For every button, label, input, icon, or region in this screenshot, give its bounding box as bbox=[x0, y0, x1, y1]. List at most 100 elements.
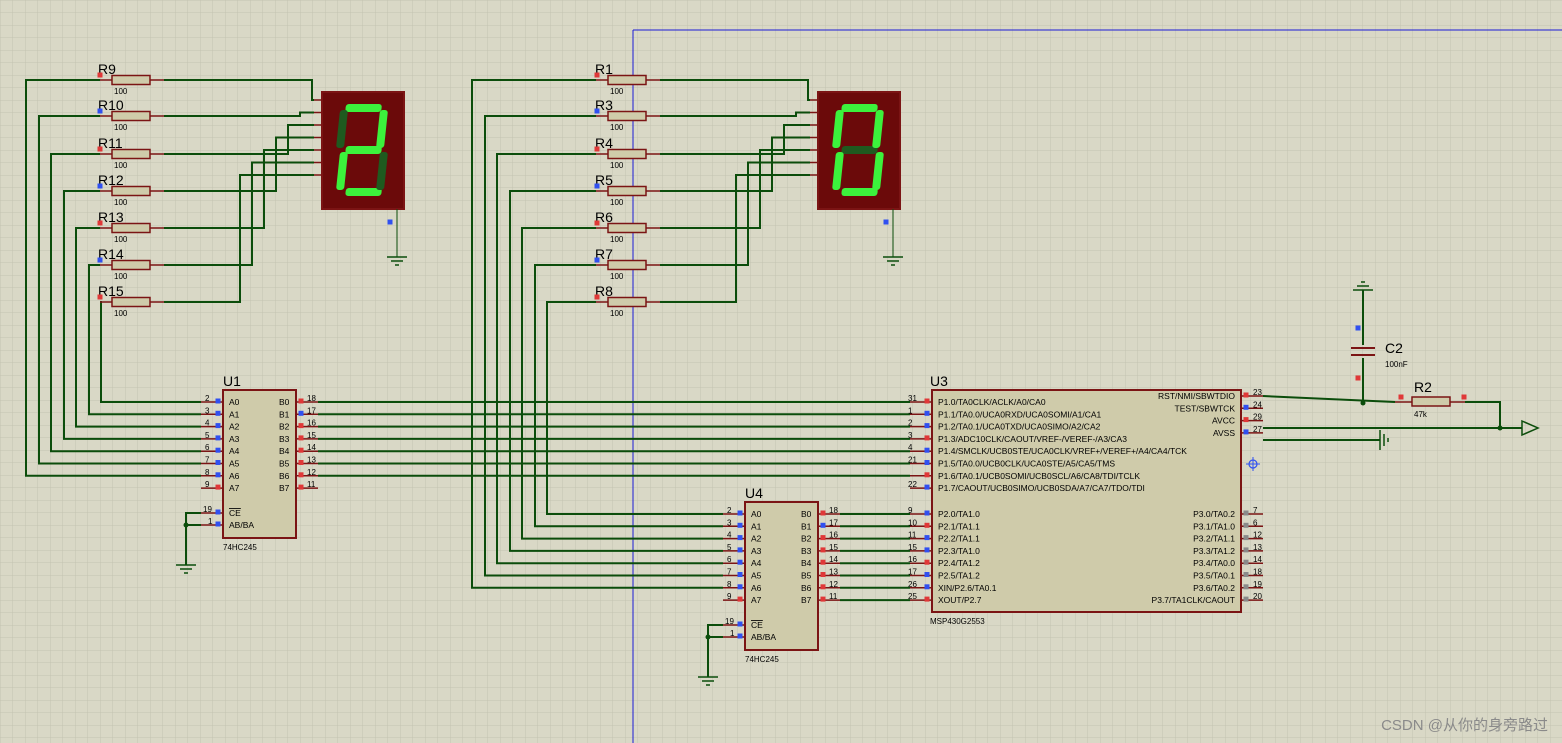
pin-name-b: B7 bbox=[801, 595, 812, 605]
junction-dot bbox=[183, 522, 189, 528]
pin-name-b: B4 bbox=[801, 558, 812, 568]
resistor-value: 100 bbox=[610, 309, 624, 318]
pin-marker bbox=[737, 559, 743, 565]
pin-marker bbox=[820, 522, 826, 528]
pin-marker bbox=[215, 472, 221, 478]
resistor-body bbox=[607, 148, 647, 160]
pin-number: 7 bbox=[205, 456, 210, 465]
pin-number: 21 bbox=[908, 456, 917, 465]
pin-name-b: B6 bbox=[801, 583, 812, 593]
pin-name-a: A0 bbox=[229, 397, 240, 407]
resistor-value: 47k bbox=[1414, 410, 1428, 419]
pin-name: P3.3/TA1.2 bbox=[1193, 546, 1235, 556]
pin-marker bbox=[215, 423, 221, 429]
pin-marker bbox=[298, 484, 304, 490]
pin-name-a: A6 bbox=[751, 583, 762, 593]
pin-number: 17 bbox=[829, 518, 838, 527]
pin-marker bbox=[97, 146, 103, 152]
pin-number: 10 bbox=[908, 518, 917, 527]
pin-marker bbox=[1243, 547, 1249, 553]
junction-dot bbox=[705, 634, 711, 640]
pin-marker bbox=[215, 521, 221, 527]
pin-number: 26 bbox=[908, 580, 917, 589]
pin-name-b: B1 bbox=[279, 409, 290, 419]
pin-marker bbox=[820, 584, 826, 590]
pin-number: 3 bbox=[727, 518, 732, 527]
pin-name-a: A5 bbox=[229, 459, 240, 469]
pin-marker bbox=[215, 484, 221, 490]
pin-number: 2 bbox=[727, 506, 732, 515]
pin-marker bbox=[924, 572, 930, 577]
pin-number: 19 bbox=[203, 505, 212, 514]
junction-dot bbox=[1497, 425, 1503, 431]
pin-name: P2.5/TA1.2 bbox=[938, 571, 980, 581]
pin-name-b: B6 bbox=[279, 471, 290, 481]
pin-name-a: A4 bbox=[229, 446, 240, 456]
pin-number: 27 bbox=[1253, 425, 1262, 434]
pin-number: 9 bbox=[908, 506, 913, 515]
pin-number: 12 bbox=[307, 468, 316, 477]
resistor-body bbox=[607, 185, 647, 197]
pin-number: 13 bbox=[307, 456, 316, 465]
pin-marker bbox=[737, 510, 743, 516]
pin-marker bbox=[1355, 375, 1361, 381]
pin-marker bbox=[594, 183, 600, 189]
pin-marker bbox=[820, 559, 826, 565]
pin-marker bbox=[820, 572, 826, 577]
pin-marker bbox=[820, 510, 826, 516]
pin-number: 25 bbox=[908, 592, 917, 601]
mcu-u3[interactable]: U3MSP430G2553P1.0/TA0CLK/ACLK/A0/CA031P1… bbox=[908, 373, 1263, 626]
segment-a bbox=[841, 104, 878, 112]
resistor-body bbox=[607, 74, 647, 86]
resistor-value: 100 bbox=[610, 235, 624, 244]
pin-marker bbox=[924, 398, 930, 404]
pin-name-a: A2 bbox=[751, 534, 762, 544]
pin-name: RST/NMI/SBWTDIO bbox=[1158, 391, 1235, 401]
pin-number: 14 bbox=[1253, 555, 1262, 564]
pin-name-a: A3 bbox=[751, 546, 762, 556]
pin-marker bbox=[215, 447, 221, 453]
pin-marker bbox=[924, 584, 930, 590]
pin-marker bbox=[924, 510, 930, 516]
pin-number: 6 bbox=[727, 555, 732, 564]
pin-marker bbox=[594, 146, 600, 152]
pin-number: 8 bbox=[205, 468, 210, 477]
pin-name-ce: CE bbox=[751, 620, 763, 630]
pin-marker bbox=[924, 435, 930, 441]
schematic-canvas[interactable]: R9100R10100R11100R12100R13100R14100R1510… bbox=[0, 0, 1562, 743]
pin-name-ce: CE bbox=[229, 508, 241, 518]
pin-marker bbox=[215, 460, 221, 465]
pin-number: 13 bbox=[829, 568, 838, 577]
pin-marker bbox=[820, 547, 826, 553]
resistor-ref: R2 bbox=[1414, 379, 1432, 395]
pin-marker bbox=[924, 535, 930, 541]
pin-marker bbox=[97, 220, 103, 226]
pin-number: 5 bbox=[205, 431, 210, 440]
resistor-value: 100 bbox=[114, 198, 128, 207]
pin-number: 15 bbox=[908, 543, 917, 552]
pin-name: P2.0/TA1.0 bbox=[938, 509, 980, 519]
pin-number: 16 bbox=[908, 555, 917, 564]
pin-name-b: B4 bbox=[279, 446, 290, 456]
pin-number: 1 bbox=[208, 517, 213, 526]
pin-marker bbox=[737, 535, 743, 541]
resistor-value: 100 bbox=[114, 123, 128, 132]
pin-number: 17 bbox=[908, 568, 917, 577]
pin-marker bbox=[215, 398, 221, 404]
pin-marker bbox=[883, 219, 889, 225]
pin-name: P3.4/TA0.0 bbox=[1193, 558, 1235, 568]
pin-marker bbox=[298, 398, 304, 404]
pin-name: P3.1/TA1.0 bbox=[1193, 521, 1235, 531]
pin-marker bbox=[594, 220, 600, 226]
pin-name-a: A4 bbox=[751, 558, 762, 568]
pin-number: 12 bbox=[1253, 531, 1262, 540]
pin-marker bbox=[924, 460, 930, 465]
pin-marker bbox=[215, 410, 221, 416]
resistor-value: 100 bbox=[610, 161, 624, 170]
pin-number: 2 bbox=[908, 419, 913, 428]
pin-number: 22 bbox=[908, 480, 917, 489]
pin-number: 1 bbox=[908, 406, 913, 415]
resistor-body bbox=[111, 74, 151, 86]
resistor-value: 100 bbox=[114, 235, 128, 244]
pin-number: 8 bbox=[727, 580, 732, 589]
